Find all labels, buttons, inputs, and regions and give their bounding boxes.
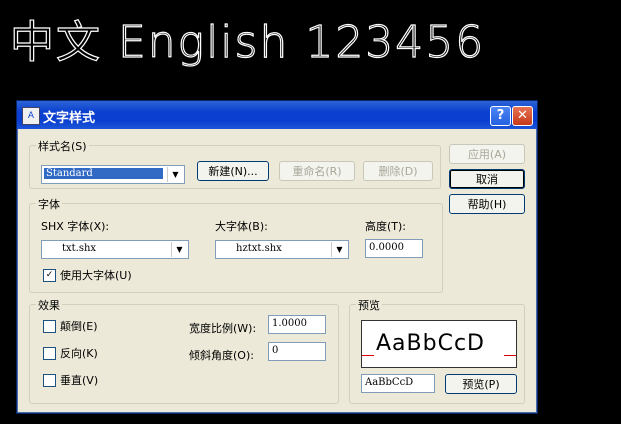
use-bigfont-label: 使用大字体(U) (60, 269, 132, 282)
text-style-dialog: A 文字样式 ? ✕ 样式名(S) Standard ▼ 新建(N)... 重命… (16, 100, 538, 414)
height-label: 高度(T): (365, 220, 407, 233)
preview-canvas: AaBbCcD (361, 320, 517, 368)
text-style-icon: A (22, 107, 40, 125)
width-factor-input[interactable]: 1.0000 (268, 315, 326, 334)
height-input[interactable]: 0.0000 (365, 239, 423, 258)
close-button[interactable]: ✕ (512, 106, 533, 126)
cancel-button[interactable]: 取消 (449, 169, 525, 189)
help-button[interactable]: 帮助(H) (449, 194, 525, 214)
preview-button[interactable]: 预览(P) (445, 374, 517, 394)
preview-sample-text: AaBbCcD (376, 331, 485, 356)
style-name-value: Standard (44, 168, 163, 179)
style-name-dropdown[interactable]: Standard ▼ (41, 165, 185, 184)
upside-down-checkbox[interactable] (43, 320, 56, 333)
bigfont-dropdown[interactable]: hztxt.shx ▼ (215, 240, 349, 259)
apply-button[interactable]: 应用(A) (449, 144, 525, 164)
bigfont-label: 大字体(B): (215, 220, 268, 233)
dialog-title: 文字样式 (43, 111, 96, 126)
vertical-checkbox[interactable] (43, 374, 56, 387)
preview-text-input[interactable]: AaBbCcD (361, 374, 435, 393)
upside-down-label: 颠倒(E) (60, 320, 98, 333)
delete-style-button[interactable]: 删除(D) (363, 161, 433, 181)
bigfont-value: hztxt.shx (236, 243, 282, 254)
vertical-label: 垂直(V) (60, 374, 99, 387)
chevron-down-icon: ▼ (331, 242, 347, 257)
shx-font-dropdown[interactable]: txt.shx ▼ (41, 240, 189, 259)
new-style-button[interactable]: 新建(N)... (197, 161, 269, 181)
backwards-checkbox[interactable] (43, 347, 56, 360)
style-name-label: 样式名(S) (36, 138, 89, 154)
shx-font-label: SHX 字体(X): (41, 220, 110, 233)
use-bigfont-checkbox[interactable]: ✓ (43, 269, 56, 282)
shx-font-value: txt.shx (62, 243, 97, 254)
oblique-angle-input[interactable]: 0 (268, 342, 326, 361)
preview-baseline (504, 355, 516, 356)
dialog-titlebar[interactable]: A 文字样式 ? ✕ (17, 101, 537, 129)
backwards-label: 反向(K) (60, 347, 98, 360)
font-group-label: 字体 (36, 196, 62, 212)
rename-style-button[interactable]: 重命名(R) (279, 161, 355, 181)
preview-baseline (362, 355, 374, 356)
width-factor-label: 宽度比例(W): (189, 322, 257, 335)
help-title-button[interactable]: ? (490, 106, 511, 126)
drawing-canvas-text: 中文 English 123456 (9, 16, 486, 68)
chevron-down-icon: ▼ (171, 242, 187, 257)
chevron-down-icon: ▼ (167, 167, 183, 182)
preview-group-label: 预览 (356, 297, 382, 313)
oblique-angle-label: 倾斜角度(O): (189, 349, 254, 362)
effects-group-label: 效果 (36, 297, 62, 313)
